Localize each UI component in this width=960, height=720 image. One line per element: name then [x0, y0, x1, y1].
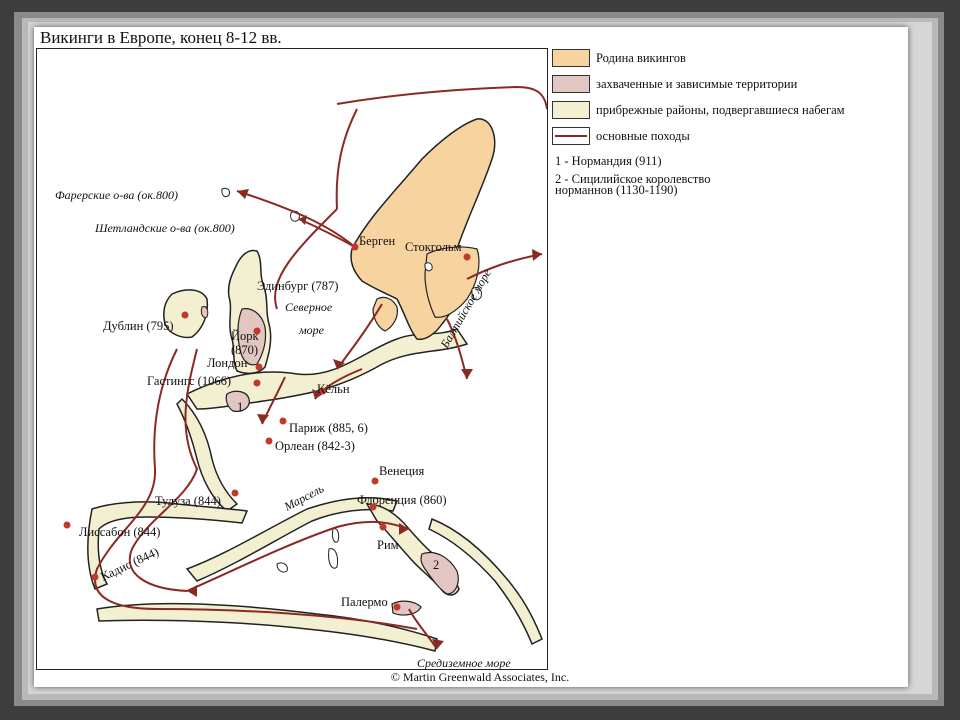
label-dublin: Дублин (795) — [103, 319, 173, 333]
map-number-1: 1 — [237, 400, 243, 414]
label-venice: Венеция — [379, 464, 425, 478]
note-sicily-2: норманнов (1130-1190) — [555, 183, 678, 197]
label-edinburgh: Эдинбург (787) — [257, 279, 338, 293]
london-dot — [255, 363, 263, 371]
paris-dot — [279, 417, 287, 425]
route-outer-west — [335, 108, 358, 210]
label-bergen: Берген — [359, 234, 395, 248]
rome-dot — [379, 523, 387, 531]
toulouse-dot — [231, 489, 239, 497]
route-bergen-shetland — [298, 218, 356, 248]
label-hastings: Гастингс (1066) — [147, 374, 231, 388]
palermo-dot — [393, 603, 401, 611]
dublin-dot — [181, 311, 189, 319]
map-title: Викинги в Европе, конец 8-12 вв. — [40, 28, 282, 47]
copyright: © Martin Greenwald Associates, Inc. — [390, 670, 570, 684]
legend-item-coastal: прибрежные районы, подвергавшиеся набега… — [552, 100, 845, 120]
label-london: Лондон — [207, 356, 248, 370]
label-shetland: Шетландские о-ва (ок.800) — [94, 221, 235, 235]
legend-item-homeland: Родина викингов — [552, 48, 686, 68]
label-stockholm: Стокгольм — [405, 240, 462, 254]
island-small — [424, 262, 433, 272]
note-normandy: 1 - Нормандия (911) — [555, 154, 662, 168]
label-york: Йорк — [231, 329, 260, 343]
route-outer-atlantic — [274, 208, 338, 310]
balearic-islands — [276, 562, 288, 573]
orleans-dot — [265, 437, 273, 445]
lisbon-dot — [63, 521, 71, 529]
label-mediterranean: Средиземное море — [417, 656, 511, 670]
label-faroe: Фарерские о-ва (ок.800) — [55, 188, 178, 202]
map-area: Фарерские о-ва (ок.800) Шетландские о-ва… — [36, 48, 548, 670]
ireland-settlement — [200, 306, 209, 318]
corsica-island — [332, 528, 340, 543]
label-florence: Флоренция (860) — [357, 493, 447, 507]
label-orleans: Орлеан (842-3) — [275, 439, 355, 453]
map-number-2: 2 — [433, 558, 439, 572]
label-rome: Рим — [377, 538, 399, 552]
legend-label-routes: основные походы — [596, 128, 690, 143]
label-cologne: Кёльн — [317, 382, 350, 396]
route-outer-north — [336, 85, 547, 110]
hastings-dot — [253, 379, 261, 387]
venice-dot — [371, 477, 379, 485]
legend-item-conquered: захваченные и зависимые территории — [552, 74, 797, 94]
bergen-dot — [351, 243, 359, 251]
legend-label-conquered: захваченные и зависимые территории — [596, 76, 798, 91]
label-paris: Париж (885, 6) — [289, 421, 368, 435]
legend-swatch-routes — [552, 127, 590, 145]
label-lisbon: Лиссабон (844) — [79, 525, 160, 539]
legend-label-homeland: Родина викингов — [596, 50, 686, 65]
legend-swatch-coastal — [552, 101, 590, 119]
stockholm-dot — [463, 253, 471, 261]
label-north-sea-2: море — [298, 323, 325, 337]
cadiz-dot — [91, 573, 99, 581]
arrowhead — [532, 249, 542, 261]
faroe-islands — [221, 187, 230, 198]
label-palermo: Палермо — [341, 595, 388, 609]
legend-swatch-conquered — [552, 75, 590, 93]
legend-label-coastal: прибрежные районы, подвергавшиеся набега… — [596, 102, 845, 117]
africa-coast-band — [96, 602, 438, 652]
arrowhead — [187, 585, 197, 597]
label-toulouse: Тулуза (844) — [155, 494, 221, 508]
sardinia-island — [328, 548, 338, 569]
label-york-year: (870) — [231, 343, 258, 357]
legend-swatch-homeland — [552, 49, 590, 67]
arrowhead — [461, 369, 473, 379]
legend-item-routes: основные походы — [552, 126, 690, 146]
label-north-sea-1: Северное — [285, 300, 333, 314]
arrowhead — [257, 414, 269, 424]
